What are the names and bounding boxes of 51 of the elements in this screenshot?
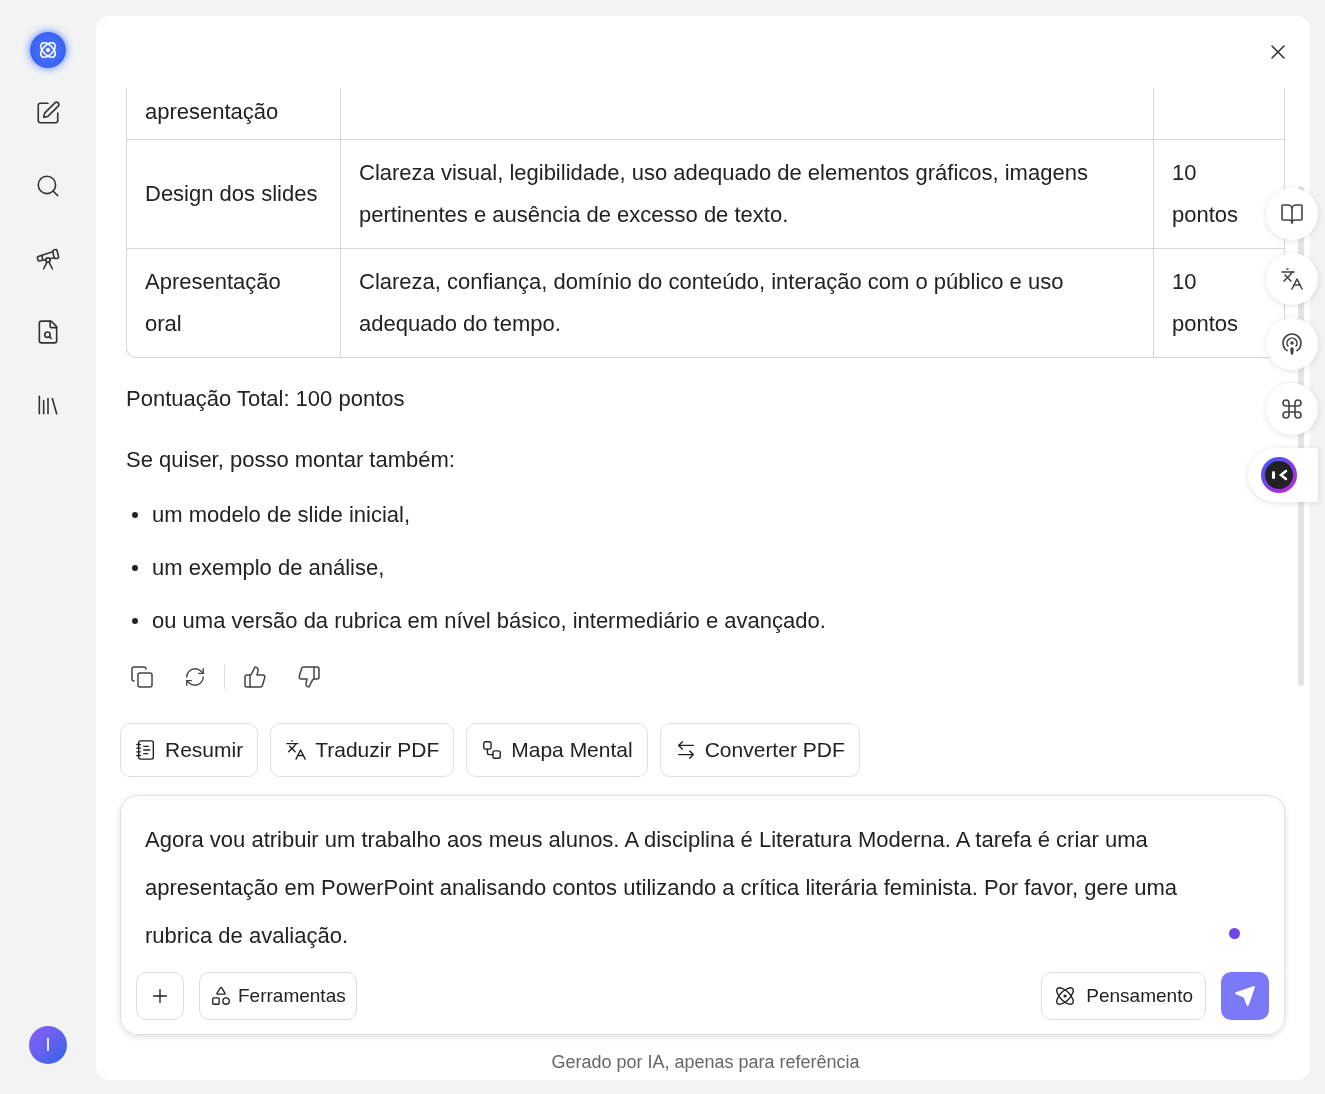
search-icon[interactable]: [35, 173, 61, 199]
tools-button[interactable]: Ferramentas: [199, 972, 357, 1020]
action-chip[interactable]: Mapa Mental: [466, 723, 648, 777]
podcast-icon: [1280, 332, 1304, 356]
note-icon: [135, 739, 157, 761]
side-tool-button[interactable]: [1266, 188, 1318, 240]
translate-icon: [285, 739, 308, 761]
table-cell-text: Clareza visual, legibilidade, uso adequado de elementos gráficos, imagens pertinentes e ausência de excesso de texto.: [359, 159, 1089, 229]
book-icon: [1280, 202, 1304, 226]
send-button[interactable]: [1221, 972, 1269, 1020]
table-cell-text: apresentação: [145, 98, 279, 126]
list-item: um exemplo de análise,: [152, 554, 385, 582]
thinking-button[interactable]: Pensamento: [1041, 972, 1206, 1020]
table-cell-text: 10 pontos: [1172, 159, 1240, 229]
shapes-icon: [210, 985, 232, 1007]
action-chip[interactable]: Traduzir PDF: [270, 723, 455, 777]
edit-icon[interactable]: [35, 100, 61, 126]
assistant-face-icon: [1260, 456, 1298, 494]
action-chip[interactable]: Converter PDF: [659, 723, 860, 777]
disclaimer-text: Gerado por IA, apenas para referência: [550, 1051, 861, 1074]
copy-icon[interactable]: [130, 665, 154, 689]
action-chip[interactable]: Resumir: [120, 723, 259, 777]
bullet-icon: [132, 617, 138, 624]
table-cell-text: 10 pontos: [1172, 268, 1240, 338]
bullet-icon: [132, 564, 138, 571]
refresh-icon[interactable]: [184, 666, 206, 688]
add-button[interactable]: [136, 972, 184, 1020]
side-tool-button[interactable]: [1266, 318, 1318, 370]
total-score-text: Pontuação Total: 100 pontos: [126, 385, 406, 413]
command-icon: [1280, 397, 1304, 421]
side-tool-button[interactable]: [1266, 383, 1318, 435]
bullet-icon: [132, 511, 138, 518]
atom-icon: [1054, 985, 1077, 1007]
telescope-icon[interactable]: [35, 246, 61, 272]
translate-icon: [1280, 267, 1304, 291]
thumbs-up-icon[interactable]: [243, 665, 267, 689]
mind-map-icon: [481, 739, 504, 761]
table-cell-text: Clareza, confiança, domínio do conteúdo, interação com o público e uso adequado do tempo.: [359, 268, 1065, 338]
logo-icon[interactable]: [30, 32, 66, 68]
assistant-button[interactable]: [1248, 448, 1318, 502]
list-item: um modelo de slide inicial,: [152, 501, 411, 529]
side-tool-button[interactable]: [1266, 253, 1318, 305]
table-cell-text: Design dos slides: [145, 180, 318, 208]
message-input[interactable]: [120, 795, 1285, 1035]
intro-text: Se quiser, posso montar também:: [126, 446, 456, 474]
send-icon: [1234, 985, 1256, 1007]
thumbs-down-icon[interactable]: [297, 665, 321, 689]
list-item: ou uma versão da rubrica em nível básico, intermediário e avançado.: [152, 607, 826, 635]
input-text: Agora vou atribuir um trabalho aos meus alunos. A disciplina é Literatura Moderna. A tarefa é criar uma apresentação em PowerPoint analisando contos utilizando a crítica literária feminista. Por favor, gere uma rubrica de avaliação.: [145, 826, 1179, 950]
user-avatar[interactable]: I: [29, 1026, 67, 1064]
table-cell-text: Apresentação oral: [145, 268, 282, 338]
